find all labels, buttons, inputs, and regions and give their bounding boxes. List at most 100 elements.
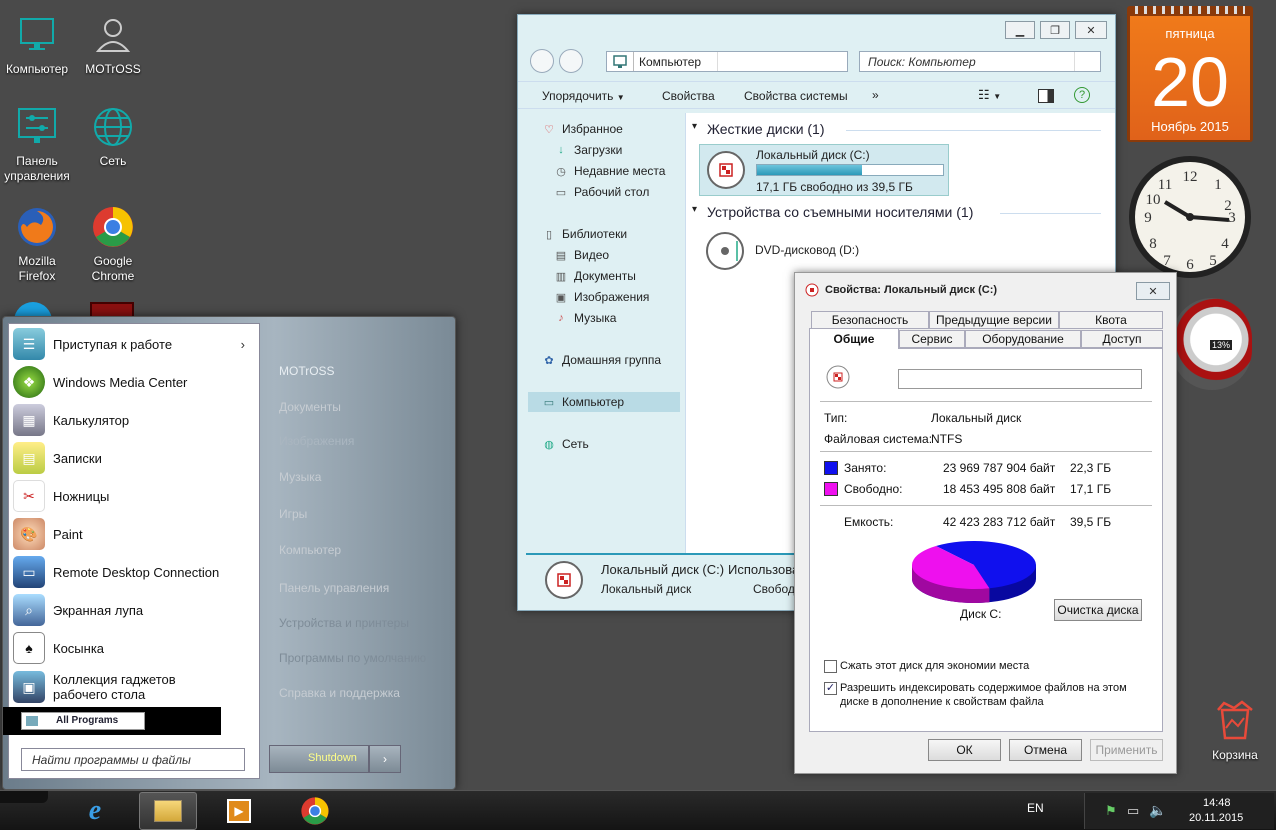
system-properties-button[interactable]: Свойства системы: [744, 89, 848, 103]
taskbar-explorer[interactable]: [139, 792, 197, 830]
tab-security[interactable]: Безопасность: [811, 311, 929, 329]
cancel-button[interactable]: Отмена: [1009, 739, 1082, 761]
dvd-drive-icon: [706, 232, 744, 270]
start-right-control-panel[interactable]: Панель управления: [279, 581, 389, 595]
address-bar[interactable]: Компьютер: [606, 51, 848, 72]
start-right-devices[interactable]: Устройства и принтеры: [279, 616, 409, 630]
tab-sharing[interactable]: Доступ: [1081, 330, 1163, 348]
library-icon: ▯: [545, 228, 553, 241]
computer-small-icon: ▭: [543, 396, 555, 409]
desktop-icon-recycle-bin[interactable]: Корзина: [1200, 698, 1270, 763]
preview-pane-icon[interactable]: [1038, 89, 1054, 103]
nav-computer[interactable]: ▭ Компьютер: [528, 392, 680, 412]
nav-homegroup[interactable]: ✿ Домашняя группа: [542, 350, 700, 370]
properties-button[interactable]: Свойства: [662, 89, 715, 103]
local-disk-free: 17,1 ГБ свободно из 39,5 ГБ: [756, 180, 913, 194]
clock-time[interactable]: 14:48: [1203, 797, 1231, 809]
nav-libraries[interactable]: ▯ Библиотеки: [542, 224, 700, 244]
explorer-toolbar: Упорядочить ▼ Свойства Свойства системы …: [518, 81, 1115, 109]
svg-text:5: 5: [1209, 253, 1217, 269]
minimize-button[interactable]: ▁: [1005, 21, 1035, 39]
start-right-user[interactable]: MOTrOSS: [279, 364, 335, 378]
start-right-games[interactable]: Игры: [279, 507, 307, 521]
forward-button[interactable]: [559, 49, 583, 73]
desktop-icon-user[interactable]: MOTrOSS: [78, 12, 148, 77]
local-disk-item[interactable]: Локальный диск (C:) 17,1 ГБ свободно из …: [699, 144, 949, 196]
all-programs-icon: [26, 716, 38, 726]
language-indicator[interactable]: EN: [1027, 801, 1044, 815]
clock-gadget[interactable]: 12 123 4567 891011: [1127, 154, 1253, 280]
desktop-icon-firefox[interactable]: Mozilla Firefox: [2, 204, 72, 284]
shutdown-options-button[interactable]: ›: [369, 745, 401, 773]
program-calculator[interactable]: ▦ Калькулятор: [13, 401, 253, 439]
start-button[interactable]: [0, 791, 48, 803]
ok-button[interactable]: ОК: [928, 739, 1001, 761]
search-input[interactable]: Поиск: Компьютер: [859, 51, 1101, 72]
program-gadgets[interactable]: ▣ Коллекция гаджетов рабочего стола: [13, 667, 253, 707]
svg-text:7: 7: [1163, 253, 1171, 269]
compress-checkbox[interactable]: [824, 660, 837, 673]
help-icon[interactable]: ?: [1074, 87, 1090, 103]
more-button[interactable]: »: [872, 88, 879, 102]
calendar-gadget[interactable]: пятница 20 Ноябрь 2015: [1127, 6, 1253, 142]
program-getting-started[interactable]: ☰ Приступая к работе ›: [13, 325, 253, 363]
tab-hardware[interactable]: Оборудование: [965, 330, 1081, 348]
taskbar-ie[interactable]: e: [70, 793, 120, 829]
program-solitaire[interactable]: ♠ Косынка: [13, 629, 253, 667]
nav-network[interactable]: ◍ Сеть: [542, 434, 700, 454]
program-snipping-tool[interactable]: ✂ Ножницы: [13, 477, 253, 515]
taskbar-chrome[interactable]: [290, 793, 340, 829]
back-button[interactable]: [530, 49, 554, 73]
clock-date[interactable]: 20.11.2015: [1189, 812, 1243, 824]
disk-name-input[interactable]: [898, 369, 1142, 389]
cpu-gadget-value: 13%: [1210, 340, 1233, 350]
disk-cleanup-button[interactable]: Очистка диска: [1054, 599, 1142, 621]
start-search-input[interactable]: Найти программы и файлы: [21, 748, 245, 771]
address-text: Компьютер: [639, 55, 702, 69]
user-icon: [95, 19, 131, 52]
program-paint[interactable]: 🎨 Paint: [13, 515, 253, 553]
start-right-help[interactable]: Справка и поддержка: [279, 686, 400, 700]
media-player-icon: ▶: [227, 799, 251, 823]
start-right-computer[interactable]: Компьютер: [279, 543, 341, 557]
program-remote-desktop[interactable]: ▭ Remote Desktop Connection: [13, 553, 253, 591]
details-used-label: Использова: [728, 562, 800, 577]
tab-service[interactable]: Сервис: [899, 330, 965, 348]
start-right-documents[interactable]: Документы: [279, 400, 341, 414]
desktop-icon-computer[interactable]: Компьютер: [2, 12, 72, 77]
desktop-icon-network[interactable]: Сеть: [78, 104, 148, 169]
tab-quota[interactable]: Квота: [1059, 311, 1163, 329]
desktop-icon-control-panel[interactable]: Панель управления: [2, 104, 72, 184]
program-sticky-notes[interactable]: ▤ Записки: [13, 439, 253, 477]
removable-chevron-icon[interactable]: ▾: [692, 204, 697, 215]
maximize-button[interactable]: ❐: [1040, 21, 1070, 39]
globe-icon: [94, 108, 132, 146]
desktop-icon-chrome[interactable]: Google Chrome: [78, 204, 148, 284]
start-right-defaults[interactable]: Программы по умолчанию: [279, 651, 426, 665]
start-right-images[interactable]: Изображения: [279, 434, 354, 448]
type-label: Тип:: [824, 411, 848, 425]
start-right-music[interactable]: Музыка: [279, 470, 321, 484]
dvd-drive-item[interactable]: DVD-дисковод (D:): [699, 229, 949, 273]
hard-disks-chevron-icon[interactable]: ▾: [692, 121, 697, 132]
organize-menu[interactable]: Упорядочить ▼: [542, 89, 625, 103]
drive-icon: [826, 365, 850, 389]
index-checkbox[interactable]: ✓: [824, 682, 837, 695]
close-button[interactable]: ✕: [1075, 21, 1107, 39]
view-options-icon[interactable]: ☷ ▼: [978, 87, 1001, 103]
volume-icon[interactable]: 🔈: [1149, 802, 1166, 819]
action-center-icon[interactable]: ⚑: [1105, 803, 1117, 819]
shutdown-button[interactable]: Shutdown: [269, 745, 369, 773]
hard-drive-icon: [707, 151, 745, 189]
apply-button[interactable]: Применить: [1090, 739, 1163, 761]
dialog-close-button[interactable]: ✕: [1136, 282, 1170, 300]
all-programs-button[interactable]: All Programs: [21, 712, 145, 730]
tab-general[interactable]: Общие: [809, 328, 899, 349]
tab-previous-versions[interactable]: Предыдущие версии: [929, 311, 1059, 329]
nav-favorites[interactable]: ♡ Избранное: [542, 119, 700, 139]
program-magnifier[interactable]: ⌕ Экранная лупа: [13, 591, 253, 629]
taskbar-media-player[interactable]: ▶: [214, 793, 264, 829]
network-tray-icon[interactable]: ▭: [1127, 803, 1139, 819]
program-media-center[interactable]: ❖ Windows Media Center: [13, 363, 253, 401]
all-programs-bar[interactable]: All Programs: [3, 707, 221, 735]
